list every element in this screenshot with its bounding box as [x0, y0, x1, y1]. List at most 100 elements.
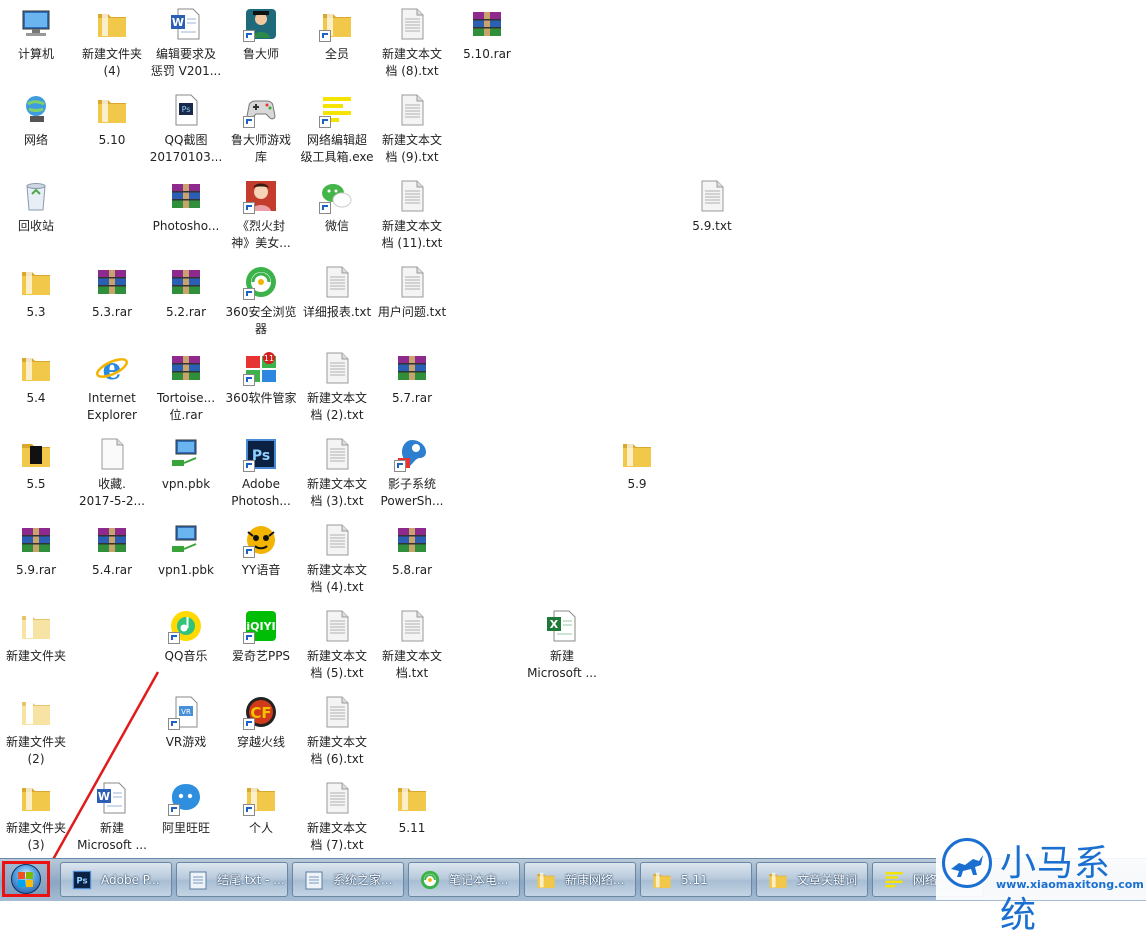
text-file-icon: [394, 178, 430, 214]
taskbar-item-ending-txt[interactable]: 结尾.txt - ...: [176, 862, 288, 897]
desktop-icon-network[interactable]: 网络: [0, 86, 74, 170]
360-browser-icon: [419, 869, 441, 891]
desktop-icon-photoshop-rar[interactable]: Photosho...: [148, 172, 224, 256]
desktop-icon-vpn-pbk[interactable]: vpn.pbk: [148, 430, 224, 514]
desktop-icon-new-folder-4[interactable]: 新建文件夹 (4): [74, 0, 150, 84]
desktop-icon-liehuo-game[interactable]: 《烈火封 神》美女...: [223, 172, 299, 256]
desktop-icon-new-text-2[interactable]: 新建文本文 档 (2).txt: [299, 344, 375, 428]
desktop-icon-qq-music[interactable]: QQ音乐: [148, 602, 224, 686]
desktop-icon-computer[interactable]: 计算机: [0, 0, 74, 84]
svg-text:Ps: Ps: [182, 105, 191, 114]
desktop-icon-new-text[interactable]: 新建文本文 档.txt: [374, 602, 450, 686]
icon-label: 5.8.rar: [391, 563, 433, 577]
desktop-icon-rar-5-10[interactable]: 5.10.rar: [449, 0, 525, 84]
taskbar-item-system-home[interactable]: 系统之家...: [292, 862, 404, 897]
desktop-icon-wechat[interactable]: 微信: [299, 172, 375, 256]
desktop-icon-folder-5-4[interactable]: 5.4: [0, 344, 74, 428]
desktop-icon-aliwangwang[interactable]: 阿里旺旺: [148, 774, 224, 858]
word-document-icon: W: [168, 6, 204, 42]
icon-label: 网络: [23, 133, 48, 147]
vpn-connection-icon: [168, 522, 204, 558]
desktop-icon-new-word-doc[interactable]: W 新建 Microsoft ...: [74, 774, 150, 858]
desktop-icon-editor-toolbox[interactable]: 网络编辑超 级工具箱.exe: [299, 86, 375, 170]
shortcut-arrow-icon: [243, 202, 255, 214]
desktop-icon-folder-5-9[interactable]: 5.9: [599, 430, 675, 514]
icon-label: 鲁大师游戏 库: [230, 133, 291, 164]
taskbar-item-label: Adobe P...: [101, 872, 160, 887]
shortcut-arrow-icon: [168, 718, 180, 730]
desktop-icon-internet-explorer[interactable]: e Internet Explorer: [74, 344, 150, 428]
desktop-icon-new-folder-3[interactable]: 新建文件夹 (3): [0, 774, 74, 858]
desktop-icon-360-browser[interactable]: 360安全浏览 器: [223, 258, 299, 342]
svg-text:e: e: [102, 352, 121, 386]
taskbar-item-5-11-folder[interactable]: 5.11: [640, 862, 752, 897]
desktop-icon-new-text-6[interactable]: 新建文本文 档 (6).txt: [299, 688, 375, 772]
rar-archive-icon: [394, 350, 430, 386]
desktop-icon-new-folder[interactable]: 新建文件夹: [0, 602, 74, 686]
desktop-icon-rar-5-7[interactable]: 5.7.rar: [374, 344, 450, 428]
icon-label: 《烈火封 神》美女...: [231, 219, 291, 250]
toolbox-icon: [319, 92, 355, 128]
taskbar-item-photoshop[interactable]: Ps Adobe P...: [60, 862, 172, 897]
desktop-icon-ludashi-games[interactable]: 鲁大师游戏 库: [223, 86, 299, 170]
photoshop-file-icon: Ps: [168, 92, 204, 128]
text-file-icon: [394, 92, 430, 128]
brand-url: www.xiaomaxitong.com: [996, 878, 1144, 891]
desktop-icon-vpn1-pbk[interactable]: vpn1.pbk: [148, 516, 224, 600]
desktop-icon-new-text-3[interactable]: 新建文本文 档 (3).txt: [299, 430, 375, 514]
desktop-icon-new-folder-2[interactable]: 新建文件夹 (2): [0, 688, 74, 772]
desktop-icon-tortoise-rar[interactable]: Tortoise... 位.rar: [148, 344, 224, 428]
shortcut-arrow-icon: [243, 632, 255, 644]
icon-label: 5.3.rar: [91, 305, 133, 319]
icon-label: 穿越火线: [236, 735, 285, 749]
desktop-icon-all-staff-folder[interactable]: 全员: [299, 0, 375, 84]
desktop-icon-crossfire[interactable]: CF 穿越火线: [223, 688, 299, 772]
desktop-icon-new-text-5[interactable]: 新建文本文 档 (5).txt: [299, 602, 375, 686]
horse-logo-icon: [942, 838, 992, 888]
text-file-icon: [319, 694, 355, 730]
desktop-icon-detail-report-txt[interactable]: 详细报表.txt: [299, 258, 375, 342]
desktop-icon-new-text-7[interactable]: 新建文本文 档 (7).txt: [299, 774, 375, 858]
desktop-icon-new-excel[interactable]: X 新建 Microsoft ...: [524, 602, 600, 686]
icon-label: 360软件管家: [225, 391, 297, 405]
desktop-icon-new-text-4[interactable]: 新建文本文 档 (4).txt: [299, 516, 375, 600]
taskbar-item-label: 笔记本电...: [449, 873, 509, 887]
folder-icon: [18, 694, 54, 730]
desktop-icon-360-software-manager[interactable]: 11 360软件管家: [223, 344, 299, 428]
desktop-icon-favorites-file[interactable]: 收藏. 2017-5-2...: [74, 430, 150, 514]
desktop-icon-txt-5-9[interactable]: 5.9.txt: [674, 172, 750, 256]
desktop-icon-personal-folder[interactable]: 个人: [223, 774, 299, 858]
desktop-icon-new-text-9[interactable]: 新建文本文 档 (9).txt: [374, 86, 450, 170]
excel-document-icon: X: [544, 608, 580, 644]
desktop-icon-edit-requirements[interactable]: W 编辑要求及 惩罚 V201...: [148, 0, 224, 84]
desktop-icon-rar-5-4[interactable]: 5.4.rar: [74, 516, 150, 600]
start-button[interactable]: [2, 861, 50, 897]
desktop-icon-folder-5-3[interactable]: 5.3: [0, 258, 74, 342]
taskbar-item-xinkang-folder[interactable]: 新康网络...: [524, 862, 636, 897]
desktop-icon-rar-5-2[interactable]: 5.2.rar: [148, 258, 224, 342]
folder-icon: [535, 869, 557, 891]
desktop-icon-new-text-8[interactable]: 新建文本文 档 (8).txt: [374, 0, 450, 84]
taskbar-item-notebook-browser[interactable]: 笔记本电...: [408, 862, 520, 897]
desktop-icon-folder-5-11[interactable]: 5.11: [374, 774, 450, 858]
desktop-icon-iqiyi-pps[interactable]: iQIYI 爱奇艺PPS: [223, 602, 299, 686]
desktop-icon-rar-5-8[interactable]: 5.8.rar: [374, 516, 450, 600]
desktop-icon-rar-5-9[interactable]: 5.9.rar: [0, 516, 74, 600]
game-character-icon: [243, 178, 279, 214]
desktop-icon-new-text-11[interactable]: 新建文本文 档 (11).txt: [374, 172, 450, 256]
desktop-icon-recycle-bin[interactable]: 回收站: [0, 172, 74, 256]
desktop-icon-ludashi[interactable]: 鲁大师: [223, 0, 299, 84]
taskbar-item-keywords-folder[interactable]: 文章关键词: [756, 862, 868, 897]
desktop-icon-user-issues-txt[interactable]: 用户问题.txt: [374, 258, 450, 342]
rar-archive-icon: [469, 6, 505, 42]
desktop-icon-rar-5-3[interactable]: 5.3.rar: [74, 258, 150, 342]
desktop-icon-folder-5-10[interactable]: 5.10: [74, 86, 150, 170]
icon-label: VR游戏: [165, 735, 207, 749]
desktop-icon-yy-voice[interactable]: YY语音: [223, 516, 299, 600]
desktop-icon-vr-games[interactable]: VR VR游戏: [148, 688, 224, 772]
desktop-icon-shadow-system[interactable]: 影子系统 PowerSh...: [374, 430, 450, 514]
shortcut-arrow-icon: [168, 632, 180, 644]
desktop-icon-qq-screenshot[interactable]: Ps QQ截图 20170103...: [148, 86, 224, 170]
desktop-icon-adobe-photoshop[interactable]: Ps Adobe Photosh...: [223, 430, 299, 514]
desktop-icon-folder-5-5[interactable]: 5.5: [0, 430, 74, 514]
